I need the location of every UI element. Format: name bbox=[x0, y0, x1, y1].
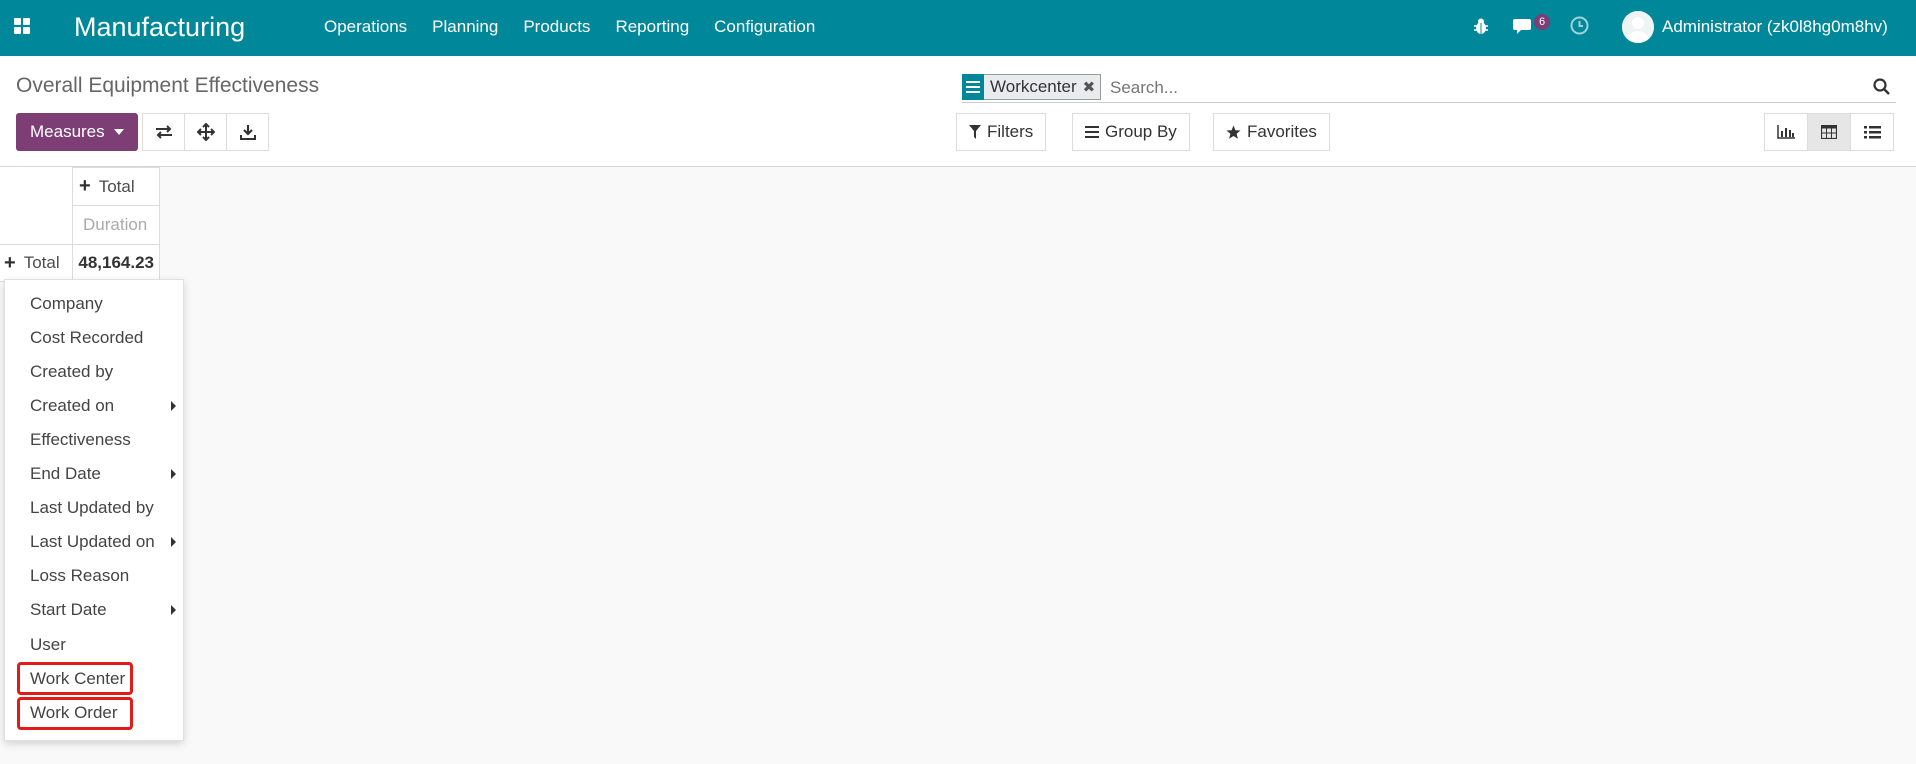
exchange-icon bbox=[155, 125, 172, 139]
user-name[interactable]: Administrator (zk0l8hg0m8hv) bbox=[1662, 17, 1888, 37]
groupby-option-company[interactable]: Company bbox=[30, 290, 103, 318]
caret-down-icon bbox=[113, 129, 124, 135]
menu-products[interactable]: Products bbox=[523, 17, 590, 37]
menu-configuration[interactable]: Configuration bbox=[714, 17, 815, 37]
control-panel: Overall Equipment Effectiveness Workcent… bbox=[0, 56, 1916, 167]
menu-reporting[interactable]: Reporting bbox=[615, 17, 689, 37]
expand-all-button[interactable] bbox=[184, 113, 227, 151]
filters-label: Filters bbox=[987, 122, 1034, 141]
search-icon[interactable] bbox=[1873, 78, 1890, 100]
download-button[interactable] bbox=[226, 113, 269, 151]
menu-planning[interactable]: Planning bbox=[432, 17, 498, 37]
groupby-option-last-updated-on[interactable]: Last Updated on bbox=[30, 528, 155, 556]
flip-axis-button[interactable] bbox=[142, 113, 185, 151]
groupby-facet-icon bbox=[962, 73, 984, 100]
bug-icon[interactable] bbox=[1472, 17, 1490, 40]
chat-icon[interactable] bbox=[1513, 17, 1535, 40]
groupby-option-effectiveness[interactable]: Effectiveness bbox=[30, 426, 131, 454]
app-brand[interactable]: Manufacturing bbox=[74, 12, 245, 43]
measures-button[interactable]: Measures bbox=[16, 113, 138, 151]
menu-operations[interactable]: Operations bbox=[324, 17, 407, 37]
favorites-button[interactable]: Favorites bbox=[1213, 113, 1330, 151]
main-menu: Operations Planning Products Reporting C… bbox=[324, 17, 840, 37]
groupby-option-user[interactable]: User bbox=[30, 631, 66, 659]
pivot-view-button[interactable] bbox=[1807, 113, 1851, 151]
groupby-option-loss-reason[interactable]: Loss Reason bbox=[30, 562, 129, 590]
col-header-total[interactable]: + Total bbox=[72, 167, 160, 206]
caret-right-icon bbox=[171, 469, 176, 479]
table-icon bbox=[1821, 125, 1837, 139]
total-value-cell: 48,164.23 bbox=[72, 244, 160, 282]
groupby-option-end-date[interactable]: End Date bbox=[30, 460, 101, 488]
filter-icon bbox=[969, 125, 981, 139]
list-icon bbox=[1863, 125, 1881, 138]
filters-button[interactable]: Filters bbox=[956, 113, 1047, 151]
groupby-option-created-by[interactable]: Created by bbox=[30, 358, 113, 386]
pivot-corner bbox=[0, 167, 73, 245]
groupby-option-cost-recorded[interactable]: Cost Recorded bbox=[30, 324, 143, 352]
star-icon bbox=[1226, 125, 1241, 140]
avatar[interactable] bbox=[1622, 11, 1654, 43]
measures-label: Measures bbox=[30, 122, 105, 141]
highlight-work-center bbox=[17, 662, 133, 695]
pivot-actions bbox=[142, 113, 269, 151]
caret-right-icon bbox=[171, 537, 176, 547]
graph-view-button[interactable] bbox=[1764, 113, 1808, 151]
plus-icon: + bbox=[79, 175, 91, 197]
favorites-label: Favorites bbox=[1247, 122, 1317, 141]
arrows-icon bbox=[196, 123, 215, 141]
message-count-badge: 6 bbox=[1534, 14, 1551, 30]
download-icon bbox=[239, 125, 256, 140]
bars-icon bbox=[1085, 126, 1099, 138]
measure-header[interactable]: Duration bbox=[72, 205, 160, 245]
search-input[interactable] bbox=[1108, 75, 1812, 101]
caret-right-icon bbox=[171, 605, 176, 615]
highlight-work-order bbox=[17, 697, 133, 730]
search-bar: Workcenter ✖ bbox=[962, 72, 1896, 103]
groupby-option-last-updated-by[interactable]: Last Updated by bbox=[30, 494, 154, 522]
top-navbar: Manufacturing Operations Planning Produc… bbox=[0, 0, 1916, 56]
groupby-option-start-date[interactable]: Start Date bbox=[30, 596, 107, 624]
row-header-label: Total bbox=[23, 253, 60, 272]
caret-right-icon bbox=[171, 401, 176, 411]
col-header-label: Total bbox=[98, 176, 135, 196]
apps-icon[interactable] bbox=[14, 18, 34, 38]
groupby-option-created-on[interactable]: Created on bbox=[30, 392, 114, 420]
clock-icon[interactable] bbox=[1570, 16, 1589, 40]
groupby-button[interactable]: Group By bbox=[1072, 113, 1190, 151]
row-header-total[interactable]: + Total bbox=[0, 244, 73, 282]
list-view-button[interactable] bbox=[1850, 113, 1894, 151]
view-switcher bbox=[1764, 113, 1894, 151]
remove-facet-icon[interactable]: ✖ bbox=[1083, 78, 1101, 96]
search-facet: Workcenter ✖ bbox=[962, 73, 1102, 100]
facet-value: Workcenter bbox=[990, 77, 1077, 96]
plus-icon: + bbox=[4, 251, 16, 274]
groupby-label: Group By bbox=[1105, 122, 1177, 141]
page-title: Overall Equipment Effectiveness bbox=[16, 74, 320, 97]
bar-chart-icon bbox=[1777, 125, 1795, 139]
